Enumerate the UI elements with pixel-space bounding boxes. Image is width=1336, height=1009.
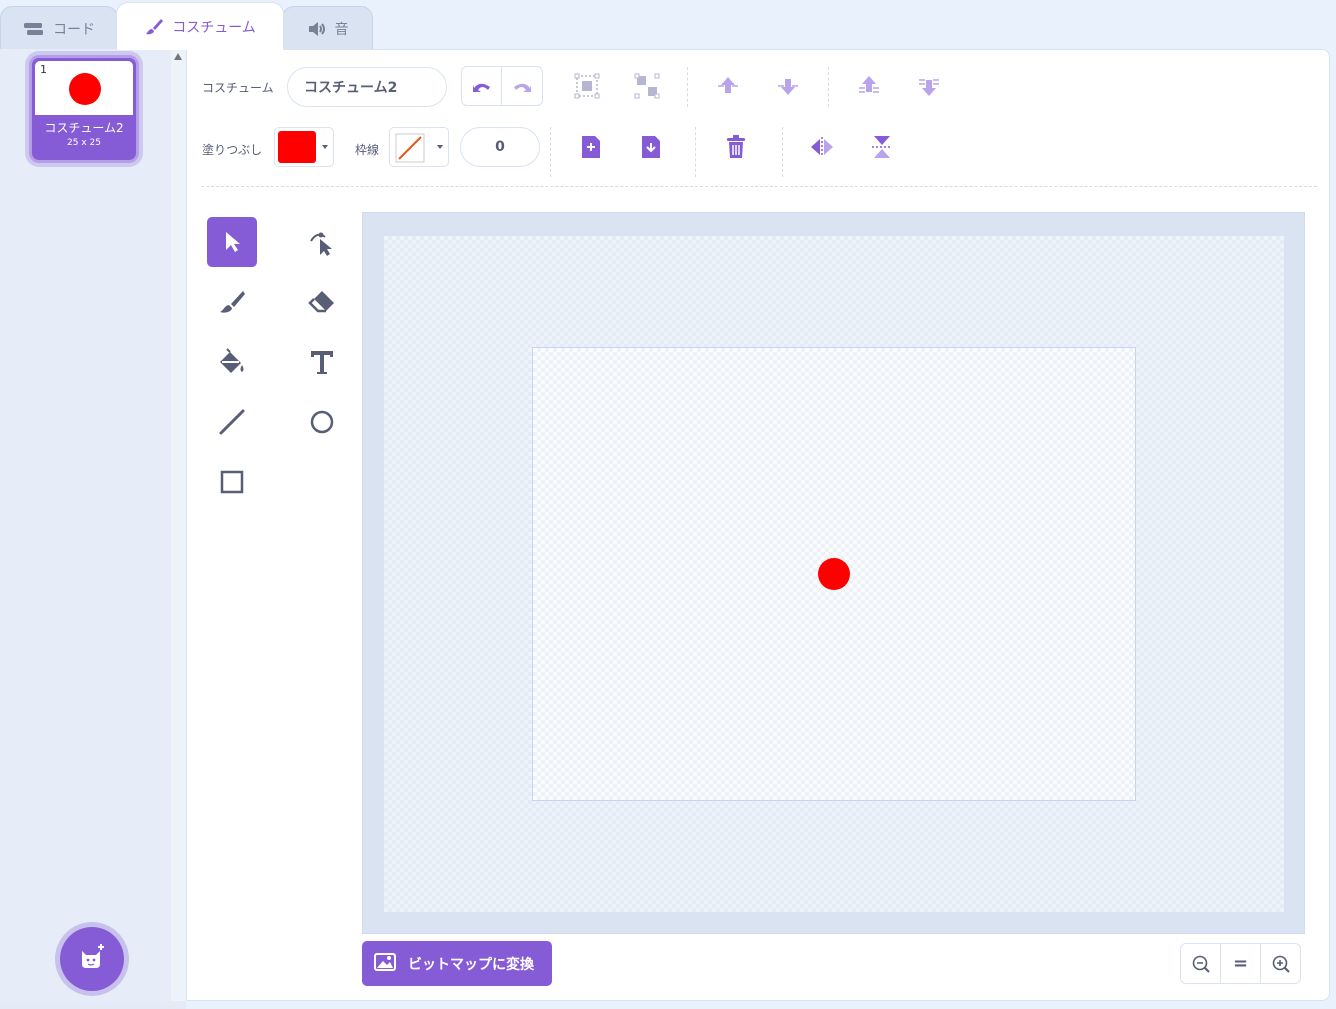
fill-color-swatch: [278, 131, 316, 163]
zoom-out-icon: [1192, 955, 1210, 973]
convert-to-bitmap-button[interactable]: ビットマップに変換: [362, 941, 552, 986]
backward-button[interactable]: [770, 68, 806, 104]
costume-size: 25 x 25: [67, 138, 101, 148]
brush-icon: [220, 291, 245, 313]
layer-forward-icon: [718, 77, 738, 93]
flip-vertical-icon: [872, 136, 892, 158]
undo-redo-group: [461, 66, 543, 106]
layer-backward-icon: [778, 79, 798, 95]
rectangle-icon: [220, 470, 244, 494]
text-tool[interactable]: [297, 337, 347, 387]
group-button[interactable]: [569, 68, 605, 104]
paintbrush-icon: [144, 17, 164, 37]
rectangle-tool[interactable]: [207, 457, 257, 507]
fill-color-picker[interactable]: [274, 127, 334, 167]
cat-plus-icon: [77, 942, 107, 976]
flip-horizontal-button[interactable]: [804, 129, 840, 165]
select-tool[interactable]: [207, 217, 257, 267]
costume-pane: 1 コスチューム2 25 x 25: [0, 49, 186, 1009]
zoom-out-button[interactable]: [1181, 944, 1221, 983]
code-blocks-icon: [23, 21, 45, 37]
paste-button[interactable]: [633, 129, 669, 165]
toolbar-divider: [687, 67, 688, 107]
circle-icon: [310, 410, 334, 434]
paint-bucket-icon: [220, 348, 244, 373]
toolbar-divider: [782, 127, 783, 177]
circle-tool[interactable]: [297, 397, 347, 447]
forward-button[interactable]: [710, 68, 746, 104]
outline-color-picker[interactable]: [389, 127, 449, 167]
layer-front-icon: [859, 76, 879, 93]
flip-horizontal-icon: [811, 137, 833, 157]
zoom-in-icon: [1272, 955, 1290, 973]
front-button[interactable]: [851, 68, 887, 104]
costume-name-label: コスチューム: [202, 81, 274, 95]
tab-costume[interactable]: コスチューム: [116, 2, 284, 50]
redo-icon: [514, 83, 531, 92]
no-color-icon: [395, 133, 425, 163]
copy-icon: [582, 136, 600, 158]
trash-icon: [727, 135, 745, 158]
group-icon: [574, 73, 600, 99]
flip-vertical-button[interactable]: [864, 129, 900, 165]
brush-tool[interactable]: [207, 277, 257, 327]
line-icon: [219, 409, 245, 435]
speaker-icon: [307, 21, 327, 37]
chevron-down-icon: [437, 145, 443, 149]
costume-list: 1 コスチューム2 25 x 25: [0, 49, 171, 1001]
outline-label: 枠線: [355, 143, 380, 157]
costume-index: 1: [40, 63, 47, 76]
line-tool[interactable]: [207, 397, 257, 447]
ungroup-icon: [634, 73, 660, 99]
fill-label: 塗りつぶし: [202, 143, 263, 157]
zoom-reset-button[interactable]: =: [1221, 944, 1261, 983]
back-button[interactable]: [911, 68, 947, 104]
costume-name-input[interactable]: [287, 67, 447, 107]
ungroup-button[interactable]: [629, 68, 665, 104]
arrow-pointer-icon: [226, 232, 240, 252]
toolbar-bottom-divider: [201, 186, 1317, 187]
costume-item[interactable]: 1 コスチューム2 25 x 25: [29, 55, 139, 163]
undo-button[interactable]: [462, 67, 502, 105]
tab-sound[interactable]: 音: [282, 6, 373, 50]
zoom-reset-label: =: [1232, 953, 1249, 974]
layer-back-icon: [919, 79, 939, 96]
eraser-icon: [308, 291, 334, 313]
zoom-controls: =: [1180, 943, 1301, 984]
chevron-down-icon: [322, 145, 328, 149]
fill-tool[interactable]: [207, 337, 257, 387]
image-icon: [374, 952, 396, 975]
scroll-up-arrow-icon[interactable]: [174, 53, 182, 60]
zoom-in-button[interactable]: [1261, 944, 1300, 983]
reshape-tool[interactable]: [297, 217, 347, 267]
toolbar-divider: [695, 127, 696, 177]
toolbar-divider: [550, 127, 551, 177]
text-icon: [311, 351, 333, 374]
costume-thumbnail: 1: [35, 61, 133, 115]
toolbar-divider: [828, 67, 829, 107]
costume-preview-dot: [69, 73, 101, 105]
tab-code[interactable]: コード: [0, 6, 118, 50]
undo-icon: [472, 83, 490, 92]
costume-name: コスチューム2: [44, 121, 124, 135]
delete-button[interactable]: [718, 129, 754, 165]
convert-to-bitmap-label: ビットマップに変換: [408, 956, 534, 973]
tab-code-label: コード: [53, 21, 95, 38]
eraser-tool[interactable]: [297, 277, 347, 327]
costume-list-scrollbar[interactable]: [171, 49, 186, 1001]
paste-icon: [642, 136, 660, 158]
copy-button[interactable]: [573, 129, 609, 165]
add-costume-button[interactable]: [60, 927, 124, 991]
tab-costume-label: コスチューム: [172, 19, 256, 36]
redo-button[interactable]: [502, 67, 542, 105]
tab-sound-label: 音: [334, 21, 349, 38]
red-circle-shape[interactable]: [818, 558, 850, 590]
outline-width-input[interactable]: 0: [460, 127, 540, 167]
reshape-pointer-icon: [310, 232, 332, 256]
